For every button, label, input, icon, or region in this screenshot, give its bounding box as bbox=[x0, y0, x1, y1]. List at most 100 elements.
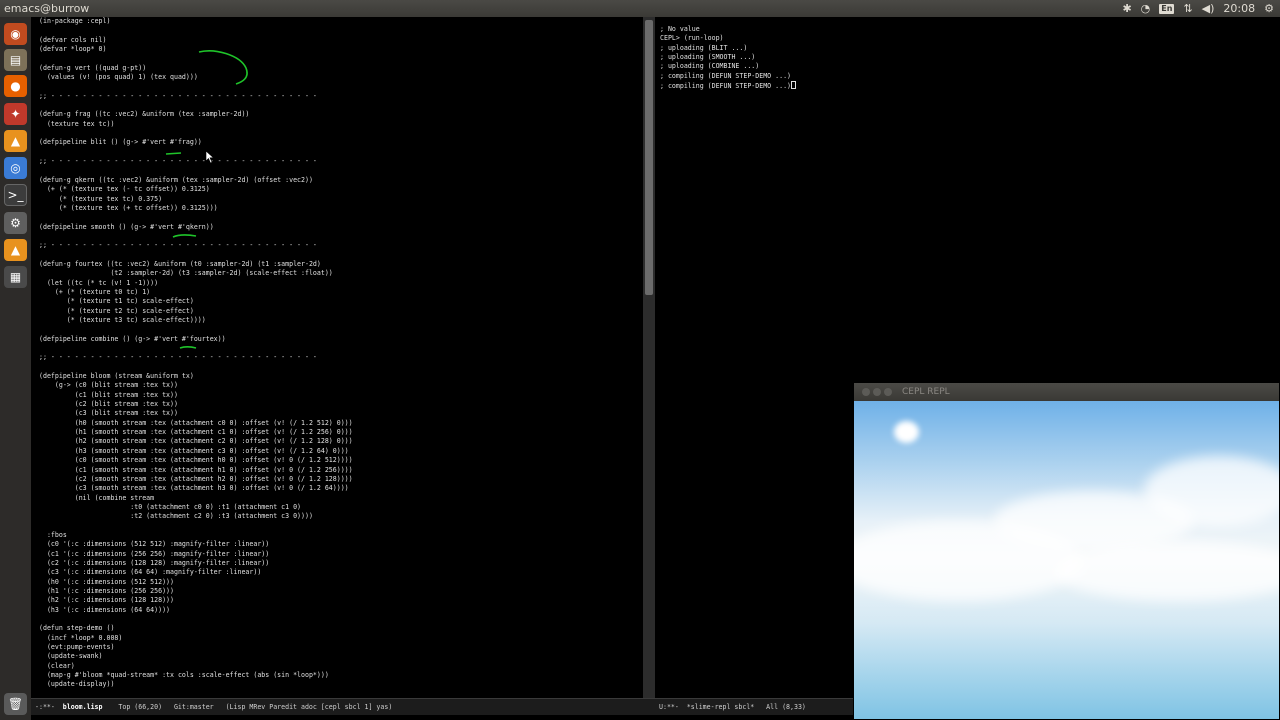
code-line[interactable]: (c3 (smooth stream :tex (attachment h3 0… bbox=[39, 484, 353, 493]
code-line[interactable]: (clear) bbox=[39, 662, 353, 671]
files-icon[interactable]: ▤ bbox=[4, 49, 27, 71]
code-line[interactable]: ;; - - - - - - - - - - - - - - - - - - -… bbox=[39, 157, 353, 166]
code-line[interactable]: :t2 (attachment c2 0) :t3 (attachment c3… bbox=[39, 512, 353, 521]
code-line[interactable]: (c2 (blit stream :tex tx)) bbox=[39, 400, 353, 409]
code-line[interactable] bbox=[39, 344, 353, 353]
settings-gear-icon[interactable]: ⚙ bbox=[1264, 0, 1274, 17]
code-line[interactable]: (* (texture tex tc) 0.375) bbox=[39, 195, 353, 204]
cepl-window-titlebar[interactable]: CEPL REPL bbox=[854, 383, 1279, 401]
repl-line[interactable]: CEPL> (run-loop) bbox=[660, 34, 796, 43]
repl-line[interactable]: ; uploading (BLIT ...) bbox=[660, 44, 796, 53]
code-line[interactable]: (let ((tc (* tc (v! 1 -1)))) bbox=[39, 279, 353, 288]
code-line[interactable]: (defun-g frag ((tc :vec2) &uniform (tex … bbox=[39, 110, 353, 119]
rendered-sky-canvas[interactable] bbox=[854, 401, 1279, 719]
editor-scrollbar-thumb[interactable] bbox=[645, 20, 653, 295]
code-line[interactable] bbox=[39, 129, 353, 138]
bluetooth-icon[interactable]: ✱ bbox=[1122, 0, 1131, 17]
clock[interactable]: 20:08 bbox=[1223, 0, 1255, 17]
repl-line[interactable]: ; compiling (DEFUN STEP-DEMO ...) bbox=[660, 81, 797, 90]
maximize-window-button[interactable] bbox=[884, 388, 892, 396]
code-line[interactable]: (c3 '(:c :dimensions (64 64) :magnify-fi… bbox=[39, 568, 353, 577]
code-line[interactable] bbox=[39, 148, 353, 157]
code-line[interactable] bbox=[39, 251, 353, 260]
code-line[interactable]: (h3 (smooth stream :tex (attachment c3 0… bbox=[39, 447, 353, 456]
code-line[interactable] bbox=[39, 101, 353, 110]
code-line[interactable]: (* (texture tex (+ tc offset)) 0.3125))) bbox=[39, 204, 353, 213]
gear-icon[interactable]: ⚙ bbox=[4, 212, 27, 234]
code-line[interactable]: (texture tex tc)) bbox=[39, 120, 353, 129]
repl-output[interactable]: ; No value CEPL> (run-loop); uploading (B… bbox=[660, 25, 797, 90]
trash-icon[interactable]: 🗑 bbox=[4, 693, 27, 715]
code-line[interactable]: (defpipeline bloom (stream &uniform tx) bbox=[39, 372, 353, 381]
terminal-icon[interactable]: >_ bbox=[4, 184, 27, 206]
code-line[interactable]: (* (texture t3 tc) scale-effect)))) bbox=[39, 316, 353, 325]
minimize-window-button[interactable] bbox=[873, 388, 881, 396]
code-line[interactable] bbox=[39, 690, 353, 698]
code-line[interactable]: (defun-g vert ((quad g-pt)) bbox=[39, 64, 353, 73]
code-line[interactable] bbox=[39, 167, 353, 176]
code-line[interactable]: (h1 '(:c :dimensions (256 256))) bbox=[39, 587, 353, 596]
code-line[interactable] bbox=[39, 615, 353, 624]
code-line[interactable]: (* (texture t2 tc) scale-effect) bbox=[39, 307, 353, 316]
editor-scrollbar[interactable] bbox=[643, 17, 655, 698]
code-line[interactable]: ;; - - - - - - - - - - - - - - - - - - -… bbox=[39, 353, 353, 362]
code-line[interactable]: (c2 (smooth stream :tex (attachment h2 0… bbox=[39, 475, 353, 484]
repl-line[interactable]: ; compiling (DEFUN STEP-DEMO ...) bbox=[660, 72, 796, 81]
code-line[interactable]: (+ (* (texture t0 tc) 1) bbox=[39, 288, 353, 297]
firefox-icon[interactable]: ● bbox=[4, 75, 27, 97]
code-line[interactable]: (c1 '(:c :dimensions (256 256) :magnify-… bbox=[39, 550, 353, 559]
code-line[interactable]: (in-package :cepl) bbox=[39, 17, 353, 26]
code-line[interactable]: (values (v! (pos quad) 1) (tex quad))) bbox=[39, 73, 353, 82]
code-line[interactable]: (defvar *loop* 0) bbox=[39, 45, 353, 54]
code-line[interactable]: (h1 (smooth stream :tex (attachment c1 0… bbox=[39, 428, 353, 437]
code-line[interactable]: :t0 (attachment c0 0) :t1 (attachment c1… bbox=[39, 503, 353, 512]
code-line[interactable]: (+ (* (texture tex (- tc offset)) 0.3125… bbox=[39, 185, 353, 194]
ubuntu-dash-icon[interactable]: ◉ bbox=[4, 23, 27, 45]
repl-line[interactable]: ; uploading (SMOOTH ...) bbox=[660, 53, 796, 62]
code-line[interactable]: (c0 '(:c :dimensions (512 512) :magnify-… bbox=[39, 540, 353, 549]
cepl-repl-window[interactable]: CEPL REPL bbox=[853, 382, 1280, 720]
code-line[interactable] bbox=[39, 232, 353, 241]
vlc-cone-icon[interactable]: ▲ bbox=[4, 239, 27, 261]
code-line[interactable]: (h0 (smooth stream :tex (attachment c0 0… bbox=[39, 419, 353, 428]
code-line[interactable]: (c3 (blit stream :tex tx)) bbox=[39, 409, 353, 418]
code-line[interactable]: (map-g #'bloom *quad-stream* :tx cols :s… bbox=[39, 671, 353, 680]
code-line[interactable]: (h3 '(:c :dimensions (64 64)))) bbox=[39, 606, 353, 615]
code-line[interactable]: (c2 '(:c :dimensions (128 128) :magnify-… bbox=[39, 559, 353, 568]
code-line[interactable]: (defpipeline combine () (g-> #'vert #'fo… bbox=[39, 335, 353, 344]
code-line[interactable]: (c1 (blit stream :tex tx)) bbox=[39, 391, 353, 400]
code-line[interactable] bbox=[39, 213, 353, 222]
wifi-icon[interactable]: ◔ bbox=[1141, 0, 1151, 17]
code-line[interactable]: (h2 (smooth stream :tex (attachment c2 0… bbox=[39, 437, 353, 446]
code-line[interactable] bbox=[39, 26, 353, 35]
code-line[interactable]: (h0 '(:c :dimensions (512 512))) bbox=[39, 578, 353, 587]
code-line[interactable] bbox=[39, 363, 353, 372]
code-line[interactable]: (defun step-demo () bbox=[39, 624, 353, 633]
code-line[interactable] bbox=[39, 82, 353, 91]
vlc-icon[interactable]: ▲ bbox=[4, 130, 27, 152]
code-line[interactable]: (incf *loop* 0.008) bbox=[39, 634, 353, 643]
repl-line[interactable]: ; uploading (COMBINE ...) bbox=[660, 62, 796, 71]
code-line[interactable] bbox=[39, 54, 353, 63]
code-line[interactable]: (defvar cols nil) bbox=[39, 36, 353, 45]
code-line[interactable]: (* (texture t1 tc) scale-effect) bbox=[39, 297, 353, 306]
code-line[interactable]: (defpipeline smooth () (g-> #'vert #'qke… bbox=[39, 223, 353, 232]
workspace-icon[interactable]: ▦ bbox=[4, 266, 27, 288]
keyboard-language-icon[interactable]: En bbox=[1159, 3, 1175, 14]
repl-line[interactable]: ; No value bbox=[660, 25, 796, 34]
volume-icon[interactable]: ◀) bbox=[1202, 0, 1215, 17]
code-line[interactable]: (c0 (smooth stream :tex (attachment h0 0… bbox=[39, 456, 353, 465]
network-icon[interactable]: ⇅ bbox=[1183, 0, 1192, 17]
code-line[interactable]: (defpipeline blit () (g-> #'vert #'frag)… bbox=[39, 138, 353, 147]
code-line[interactable]: (g-> (c0 (blit stream :tex tx)) bbox=[39, 381, 353, 390]
code-line[interactable]: (t2 :sampler-2d) (t3 :sampler-2d) (scale… bbox=[39, 269, 353, 278]
chromium-icon[interactable]: ◎ bbox=[4, 157, 27, 179]
code-text[interactable]: (in-package :cepl) (defvar cols nil) (defv… bbox=[39, 17, 353, 698]
code-line[interactable]: ;; - - - - - - - - - - - - - - - - - - -… bbox=[39, 241, 353, 250]
editor-pane-bloom-lisp[interactable]: (in-package :cepl) (defvar cols nil) (defv… bbox=[31, 17, 643, 698]
code-line[interactable]: (defun-g qkern ((tc :vec2) &uniform (tex… bbox=[39, 176, 353, 185]
code-line[interactable]: (update-display)) bbox=[39, 680, 353, 689]
code-line[interactable]: (nil (combine stream bbox=[39, 494, 353, 503]
code-line[interactable]: ;; - - - - - - - - - - - - - - - - - - -… bbox=[39, 92, 353, 101]
code-line[interactable]: :fbos bbox=[39, 531, 353, 540]
